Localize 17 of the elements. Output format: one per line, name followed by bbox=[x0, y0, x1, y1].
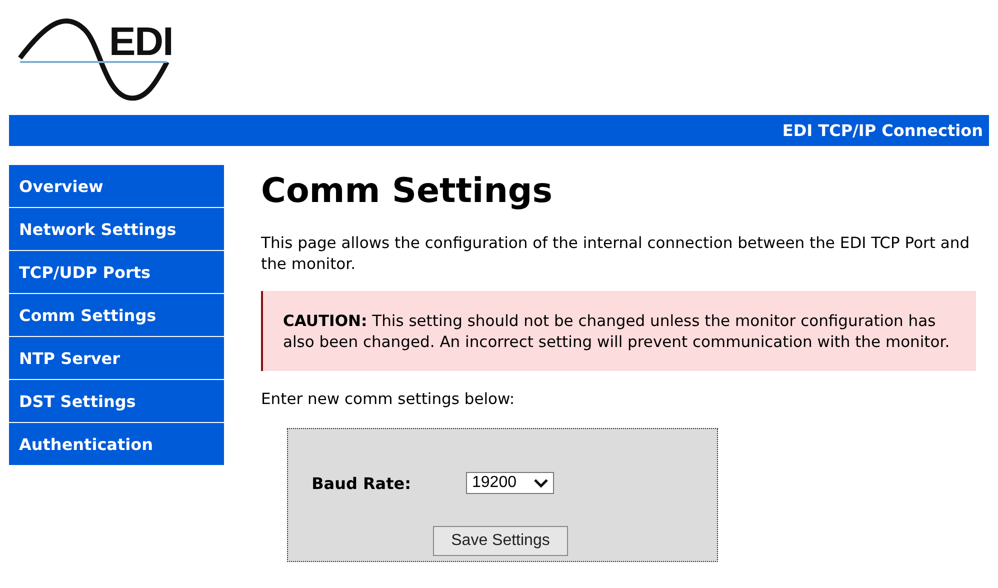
save-settings-button[interactable]: Save Settings bbox=[433, 526, 568, 556]
header-bar: EDI TCP/IP Connection bbox=[9, 115, 989, 146]
sidebar-item[interactable]: DST Settings bbox=[9, 380, 224, 422]
sidebar-item[interactable]: Comm Settings bbox=[9, 294, 224, 336]
intro-text: This page allows the configuration of the internal connection between the EDI TCP Port and the monitor. bbox=[261, 233, 971, 275]
sidebar-item[interactable]: NTP Server bbox=[9, 337, 224, 379]
logo: EDI bbox=[15, 10, 175, 102]
baud-rate-select[interactable]: 19200 bbox=[466, 472, 554, 494]
sidebar-item[interactable]: Authentication bbox=[9, 423, 224, 465]
caution-message: CAUTION: This setting should not be changed unless the monitor configuration has also been changed. An incorrect setting will prevent communication with the monitor. bbox=[261, 291, 976, 371]
chevron-icon bbox=[534, 478, 548, 488]
sidebar-item[interactable]: Overview bbox=[9, 165, 224, 207]
page-heading: Comm Settings bbox=[261, 171, 554, 211]
prompt-text: Enter new comm settings below: bbox=[261, 389, 516, 410]
baud-rate-label: Baud Rate: bbox=[312, 474, 411, 492]
sidebar-item[interactable]: Network Settings bbox=[9, 208, 224, 250]
sidebar-item[interactable]: TCP/UDP Ports bbox=[9, 251, 224, 293]
